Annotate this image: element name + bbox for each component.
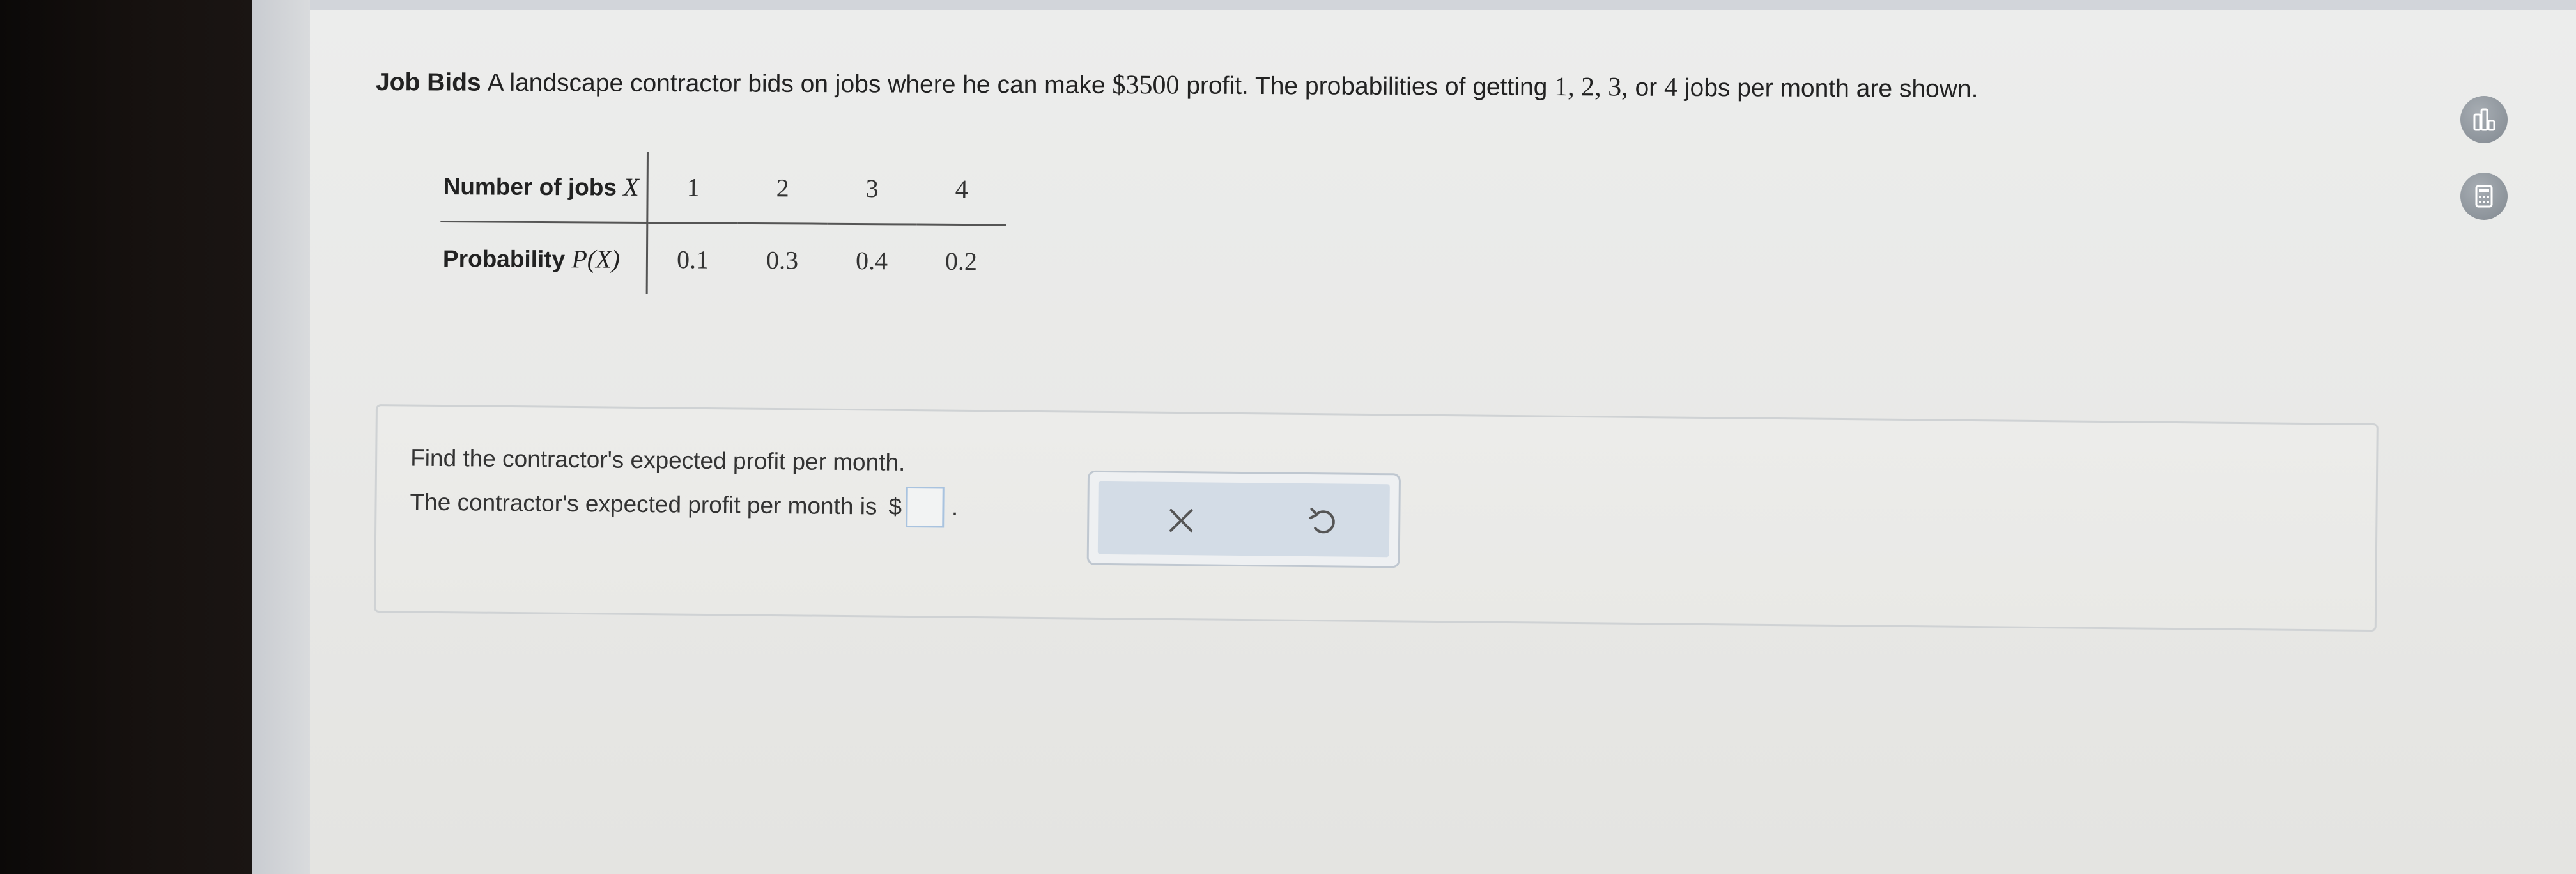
row-header-jobs: Number of jobs X — [440, 150, 648, 223]
table-cell: 4 — [916, 153, 1007, 225]
problem-text-2: profit. The probabilities of getting — [1179, 72, 1555, 102]
currency-symbol: $ — [888, 493, 902, 520]
answer-line: The contractor's expected profit per mon… — [410, 482, 959, 528]
table-cell: 0.4 — [855, 246, 888, 275]
job-count-last: 4 — [1663, 72, 1678, 102]
close-x-icon[interactable] — [1162, 501, 1201, 540]
table-cell: 3 — [827, 152, 918, 225]
row-header-probability: Probability P(X) — [440, 221, 647, 294]
problem-text-3: jobs per month are shown. — [1677, 74, 1978, 103]
profit-amount: $3500 — [1112, 70, 1180, 100]
statistics-bars-icon — [2473, 108, 2495, 131]
variable-x: X — [623, 172, 639, 201]
problem-text-1: A landscape contractor bids on jobs wher… — [487, 68, 1113, 100]
problem-text-or: or — [1628, 74, 1665, 102]
problem-title: Job Bids — [375, 68, 481, 97]
top-bar — [310, 0, 2576, 10]
table-cell: 2 — [737, 152, 828, 224]
monitor-bezel — [0, 0, 252, 874]
table-cell: 1 — [647, 151, 739, 224]
table-cell: 0.2 — [945, 246, 978, 276]
table-cell: 0.3 — [766, 245, 799, 274]
answer-actions — [1086, 470, 1401, 568]
left-gutter — [252, 0, 310, 874]
table-row-jobs: Number of jobs X 1 2 3 4 — [440, 150, 1007, 225]
answer-prefix: The contractor's expected profit per mon… — [410, 488, 877, 520]
variable-px: P(X) — [571, 244, 621, 274]
undo-icon[interactable] — [1304, 503, 1343, 542]
calculator-button[interactable] — [2460, 173, 2508, 220]
table-row-probability: Probability P(X) 0.1 0.3 0.4 0.2 — [440, 221, 1006, 296]
job-counts: 1, 2, 3, — [1554, 72, 1628, 102]
calculator-icon — [2475, 185, 2493, 208]
expected-profit-input[interactable] — [905, 486, 945, 528]
answer-panel: Find the contractor's expected profit pe… — [373, 404, 2379, 632]
answer-suffix: . — [951, 494, 959, 520]
side-toolbar — [2460, 96, 2511, 249]
table-cell: 0.1 — [676, 244, 709, 274]
question-prompt: Find the contractor's expected profit pe… — [410, 444, 906, 476]
probability-distribution-table: Number of jobs X 1 2 3 4 Probability P(X… — [440, 150, 1007, 296]
answer-actions-inner — [1097, 481, 1390, 558]
statistics-button[interactable] — [2460, 96, 2508, 143]
